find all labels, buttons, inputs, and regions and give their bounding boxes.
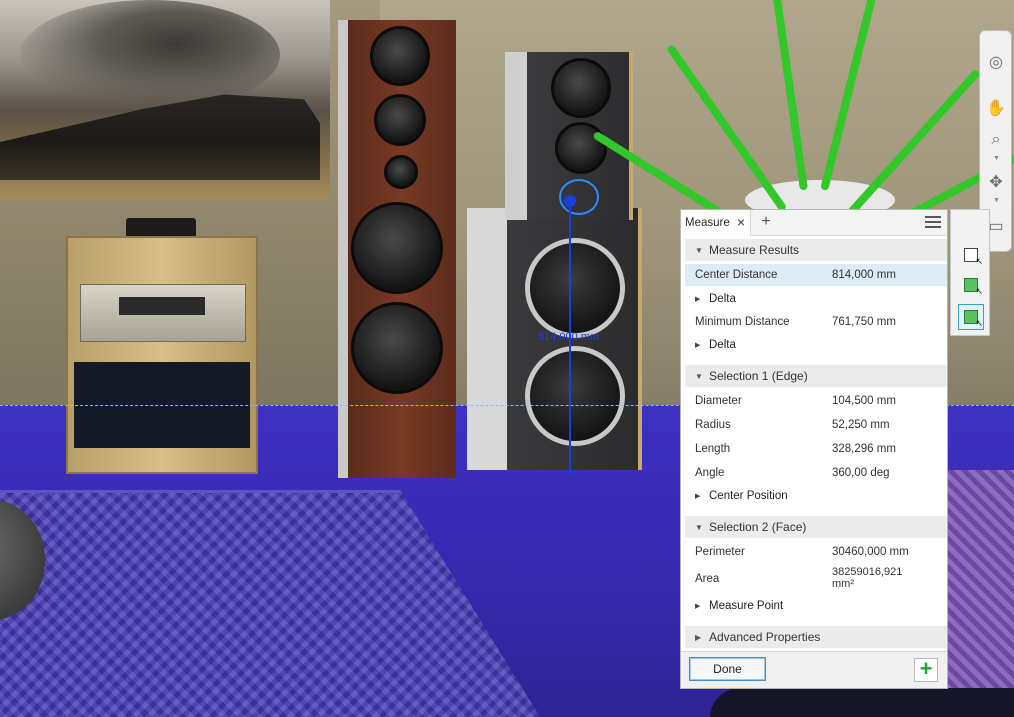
section-title: Advanced Properties — [709, 630, 821, 644]
audio-cabinet — [66, 236, 258, 474]
top-driver-lower — [555, 122, 607, 174]
radius-value: 52,250 mm — [832, 419, 890, 431]
chevron-down-icon[interactable]: ▼ — [993, 197, 1000, 204]
tweeter-upper — [370, 26, 430, 86]
center-distance-value: 814,000 mm — [832, 269, 896, 281]
delta-label: Delta — [709, 293, 736, 305]
row-minimum-distance[interactable]: Minimum Distance 761,750 mm — [685, 311, 947, 333]
collapse-triangle-icon: ▼ — [695, 245, 703, 255]
panel-tab-bar: Measure × + — [681, 210, 947, 236]
poster-smoke — [20, 0, 280, 110]
area-value-unit: mm² — [832, 578, 854, 590]
delta-expander-1[interactable]: ▶ Delta — [685, 288, 947, 310]
radius-label: Radius — [695, 419, 731, 431]
close-icon[interactable]: × — [733, 214, 749, 230]
center-position-expander[interactable]: ▶ Center Position — [685, 485, 947, 507]
perimeter-value: 30460,000 mm — [832, 546, 909, 558]
measure-point-marker — [564, 195, 576, 207]
midrange-driver — [374, 94, 426, 146]
length-value: 328,296 mm — [832, 443, 896, 455]
section-measure-results[interactable]: ▼ Measure Results — [685, 239, 947, 261]
tall-speaker — [338, 20, 456, 478]
woofer-lower — [351, 302, 443, 394]
section-advanced-properties[interactable]: ▶ Advanced Properties — [685, 626, 947, 648]
pan-hand-icon[interactable]: ✋ — [985, 97, 1007, 119]
row-angle[interactable]: Angle 360,00 deg — [685, 462, 947, 484]
selection-filter-bar: ↖ ↖ ↖ — [950, 209, 990, 336]
expand-triangle-icon: ▶ — [695, 296, 701, 303]
row-radius[interactable]: Radius 52,250 mm — [685, 414, 947, 436]
woofer-ring-lower — [525, 346, 625, 446]
component-select-icon: ↖ — [964, 248, 983, 266]
row-length[interactable]: Length 328,296 mm — [685, 438, 947, 460]
steering-wheel-icon[interactable]: ◎ — [985, 51, 1007, 73]
expand-triangle-icon: ▶ — [695, 603, 701, 610]
face-select-icon: ↖ — [964, 310, 983, 328]
add-tab-icon[interactable]: + — [757, 213, 775, 231]
area-value-number: 38259016,921 — [832, 566, 903, 578]
minimum-distance-value: 761,750 mm — [832, 316, 896, 328]
woofer-ring-upper — [525, 238, 625, 338]
floor-shadow — [710, 688, 1014, 717]
measure-point-expander[interactable]: ▶ Measure Point — [685, 595, 947, 617]
expand-triangle-icon: ▶ — [695, 632, 702, 642]
area-value: 38259016,921 mm² — [832, 566, 902, 590]
panel-footer: Done + — [681, 651, 947, 688]
tab-measure-label: Measure — [685, 217, 730, 229]
component-box — [126, 218, 196, 238]
length-label: Length — [695, 443, 731, 455]
select-part-button[interactable]: ↖ — [958, 272, 984, 298]
tab-measure[interactable]: Measure × — [681, 210, 751, 236]
collapse-triangle-icon: ▼ — [695, 522, 703, 532]
section-title: Selection 1 (Edge) — [709, 369, 808, 383]
zoom-icon[interactable]: ⌕ — [985, 129, 1007, 151]
orbit-icon[interactable]: ✥ — [985, 171, 1007, 193]
rug-right — [940, 470, 1014, 690]
diameter-value: 104,500 mm — [832, 395, 896, 407]
select-face-button[interactable]: ↖ — [958, 304, 984, 330]
row-center-distance[interactable]: Center Distance 814,000 mm — [685, 264, 947, 286]
center-distance-label: Center Distance — [695, 269, 778, 281]
chevron-down-icon[interactable]: ▼ — [993, 155, 1000, 162]
select-component-button[interactable]: ↖ — [958, 242, 984, 268]
delta-label: Delta — [709, 339, 736, 351]
tweeter-small — [384, 155, 418, 189]
minimum-distance-label: Minimum Distance — [695, 316, 790, 328]
top-driver-upper — [551, 58, 611, 118]
hamburger-menu-icon[interactable] — [925, 216, 941, 229]
expand-triangle-icon: ▶ — [695, 493, 701, 500]
measure-dimension-label: 814,000 mm — [538, 331, 600, 343]
row-perimeter[interactable]: Perimeter 30460,000 mm — [685, 541, 947, 563]
section-title: Selection 2 (Face) — [709, 520, 807, 534]
center-position-label: Center Position — [709, 490, 788, 502]
measure-panel: Measure × + ▼ Measure Results Center Dis… — [680, 209, 948, 689]
row-diameter[interactable]: Diameter 104,500 mm — [685, 390, 947, 412]
amplifier — [80, 284, 246, 342]
delta-expander-2[interactable]: ▶ Delta — [685, 334, 947, 356]
part-select-icon: ↖ — [964, 278, 983, 296]
angle-value: 360,00 deg — [832, 467, 890, 479]
woofer-upper — [351, 202, 443, 294]
row-area[interactable]: Area 38259016,921 mm² — [685, 566, 947, 592]
area-label: Area — [695, 573, 720, 585]
collapse-triangle-icon: ▼ — [695, 371, 703, 381]
section-title: Measure Results — [709, 243, 800, 257]
add-measurement-button[interactable]: + — [914, 658, 938, 682]
section-selection-2[interactable]: ▼ Selection 2 (Face) — [685, 516, 947, 538]
done-button[interactable]: Done — [689, 657, 766, 681]
diameter-label: Diameter — [695, 395, 742, 407]
expand-triangle-icon: ▶ — [695, 342, 701, 349]
train-poster — [0, 0, 330, 200]
perimeter-label: Perimeter — [695, 546, 745, 558]
measure-point-label: Measure Point — [709, 600, 784, 612]
section-selection-1[interactable]: ▼ Selection 1 (Edge) — [685, 365, 947, 387]
angle-label: Angle — [695, 467, 725, 479]
